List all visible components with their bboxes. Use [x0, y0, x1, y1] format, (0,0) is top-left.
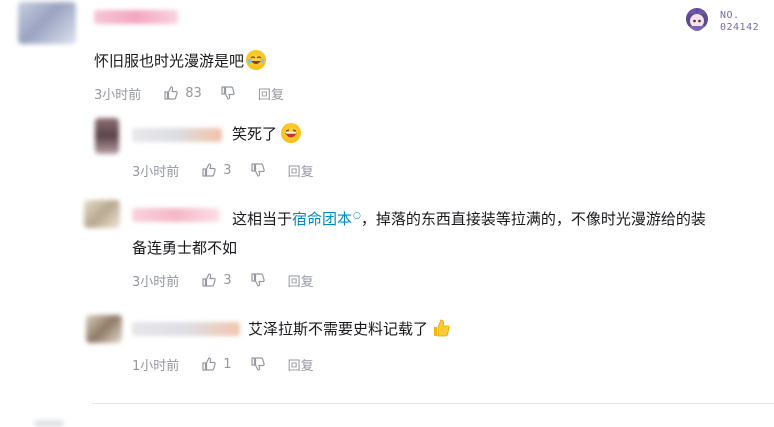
like-count: 1 [223, 356, 232, 372]
thumbs-down-icon [250, 357, 265, 371]
next-comment-avatar[interactable] [34, 420, 64, 427]
badge-character-icon [686, 8, 708, 31]
like-button[interactable]: 3 [201, 272, 232, 288]
reply-content: 笑死了 [232, 125, 278, 143]
like-count: 3 [223, 272, 232, 288]
like-button[interactable]: 83 [163, 85, 202, 101]
reply-username[interactable] [132, 322, 240, 336]
reply-meta: 1小时前 1 回复 [132, 354, 314, 374]
laugh-cry-emoji-icon [246, 50, 267, 70]
comment-time: 3小时前 [132, 274, 180, 290]
like-count: 3 [223, 162, 232, 178]
main-comment-text: 怀旧服也时光漫游是吧 [94, 50, 267, 72]
badge-label: NO. [720, 10, 740, 21]
thumbs-down-icon [250, 163, 265, 177]
thumbs-down-icon [221, 86, 235, 100]
thumbs-up-icon [164, 86, 179, 100]
reply-text: 这相当于宿命团本○，掉落的东西直接装等拉满的，不像时光漫游给的装 [232, 205, 706, 230]
dislike-button[interactable] [250, 272, 266, 288]
thumbs-up-icon [202, 163, 217, 177]
like-count: 83 [185, 85, 202, 101]
username[interactable] [94, 10, 178, 24]
search-link-label: 宿命团本 [292, 210, 353, 228]
comment-time: 3小时前 [94, 87, 142, 103]
reply-button[interactable]: 回复 [288, 271, 314, 290]
reply-avatar[interactable] [84, 200, 120, 228]
fan-badge: NO. 024142 [680, 4, 770, 38]
reply-meta: 3小时前 3 回复 [132, 160, 314, 180]
thumbs-up-icon [202, 357, 217, 371]
reply-content-continued: ，掉落的东西直接装等拉满的，不像时光漫游给的装 [360, 210, 706, 228]
comment-divider [92, 403, 774, 404]
comment-time: 1小时前 [132, 358, 180, 374]
user-avatar[interactable] [18, 2, 76, 44]
main-comment-content: 怀旧服也时光漫游是吧 [94, 52, 245, 70]
search-link[interactable]: 宿命团本○ [292, 210, 361, 228]
comment-time: 3小时前 [132, 164, 180, 180]
reply-text: 艾泽拉斯不需要史料记载了 [248, 318, 451, 340]
badge-number: 024142 [720, 22, 760, 33]
thumbs-down-icon [250, 273, 265, 287]
like-button[interactable]: 3 [201, 162, 232, 178]
thumbs-up-icon [202, 273, 217, 287]
reply-username[interactable] [132, 128, 222, 142]
reply-avatar[interactable] [86, 315, 122, 343]
dislike-button[interactable] [220, 85, 236, 101]
dislike-button[interactable] [250, 356, 266, 372]
reply-content: 艾泽拉斯不需要史料记载了 [248, 320, 429, 338]
thumbs-up-emoji-icon [431, 318, 451, 338]
laughing-emoji-icon [281, 123, 302, 143]
reply-username[interactable] [132, 208, 220, 222]
reply-button[interactable]: 回复 [258, 84, 284, 103]
reply-button[interactable]: 回复 [288, 355, 314, 374]
search-icon: ○ [353, 211, 361, 221]
dislike-button[interactable] [250, 162, 266, 178]
reply-text-line2: 备连勇士都不如 [132, 239, 238, 257]
reply-content: 这相当于 [232, 210, 293, 228]
reply-text: 笑死了 [232, 123, 302, 145]
reply-button[interactable]: 回复 [288, 161, 314, 180]
main-comment-meta: 3小时前 83 回复 [94, 83, 284, 103]
reply-meta: 3小时前 3 回复 [132, 270, 314, 290]
like-button[interactable]: 1 [201, 356, 232, 372]
reply-avatar[interactable] [95, 118, 119, 154]
